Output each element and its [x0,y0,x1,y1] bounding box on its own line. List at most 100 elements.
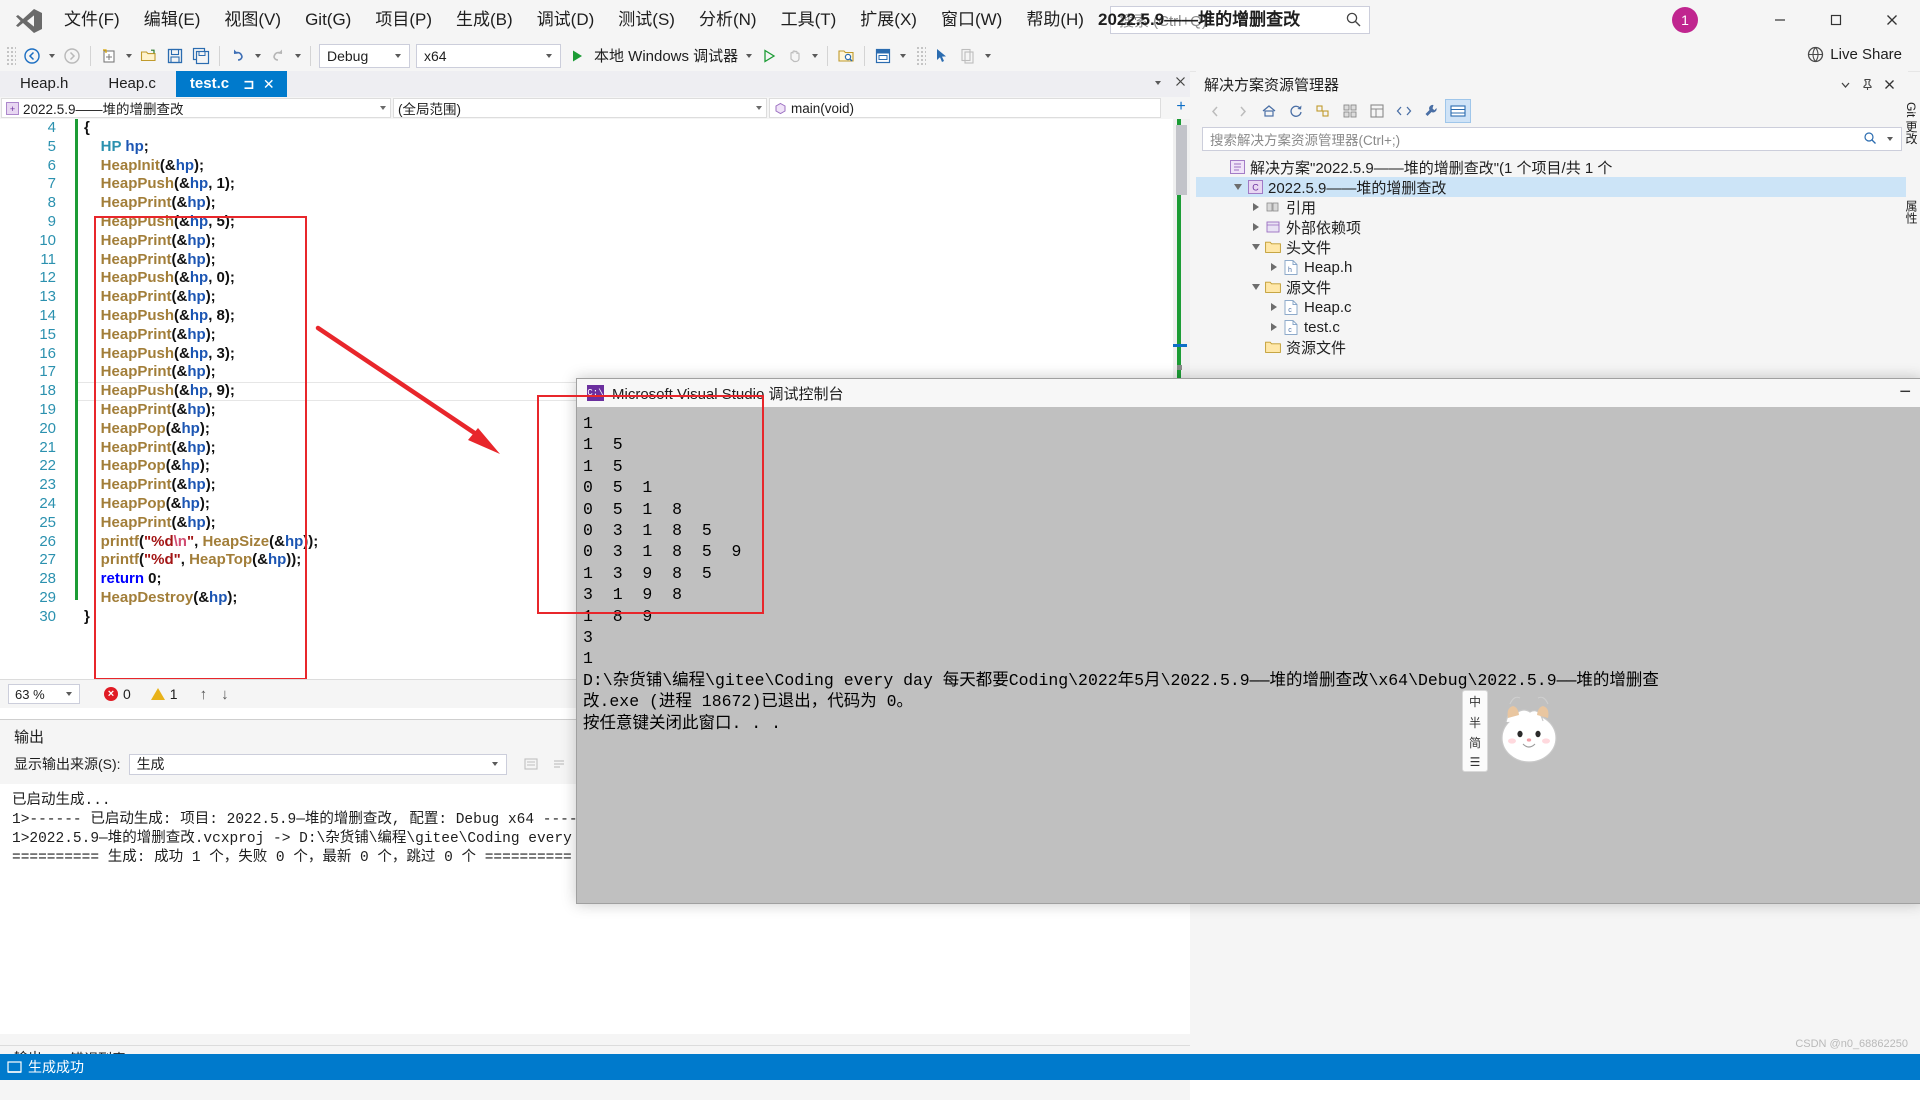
scrollbar-thumb[interactable] [1176,125,1187,195]
play-icon[interactable] [565,44,589,68]
ime-toolbar[interactable]: 中半简 ☰ [1462,690,1488,772]
output-source-combo[interactable]: 生成 [128,753,507,775]
play-outline-icon[interactable] [757,44,781,68]
tree-item-6[interactable]: 源文件 [1196,277,1908,297]
code-line[interactable]: HeapPush(&hp, 1); [84,175,318,194]
maximize-button[interactable] [1808,0,1864,40]
code-view-icon[interactable] [1391,99,1417,123]
code-line[interactable]: return 0; [84,570,318,589]
menu-item-8[interactable]: 分析(N) [687,0,769,40]
warning-count-indicator[interactable]: 1 [150,686,178,702]
ime-item-2[interactable]: 简 [1469,734,1481,751]
code-line[interactable]: } [84,608,318,627]
menu-item-3[interactable]: Git(G) [293,0,363,40]
tree-item-5[interactable]: h Heap.h [1196,257,1908,277]
platform-combo[interactable]: x64 [416,43,561,68]
back-dropdown-icon[interactable] [49,53,55,58]
scope-selector[interactable]: (全局范围) [393,98,767,118]
menu-item-2[interactable]: 视图(V) [212,0,293,40]
pin-icon[interactable]: ⊐ [243,71,255,97]
code-line[interactable]: HeapPush(&hp, 3); [84,345,318,364]
chevron-right-icon[interactable] [1248,203,1264,211]
refresh-icon[interactable] [1283,99,1309,123]
chevron-down-icon[interactable] [1248,244,1264,250]
code-line[interactable]: printf("%d\n", HeapSize(&hp)); [84,533,319,552]
navigate-back-icon[interactable] [20,44,44,68]
close-icon[interactable]: ✕ [263,71,275,97]
properties-strip[interactable]: 属性 [1904,176,1920,242]
debug-console-window[interactable]: C:\ Microsoft Visual Studio 调试控制台 − 1 1 5… [576,378,1920,904]
menu-item-10[interactable]: 扩展(X) [848,0,929,40]
project-selector[interactable]: + 2022.5.9——堆的增删查改 [1,98,391,118]
collapse-all-icon[interactable] [1310,99,1336,123]
search-icon[interactable] [1863,131,1877,148]
chevron-right-icon[interactable] [1266,323,1282,331]
redo-icon[interactable] [266,44,290,68]
code-line[interactable]: HeapPrint(&hp); [84,439,318,458]
ime-item-3[interactable]: ☰ [1470,755,1481,769]
code-line[interactable]: HeapPop(&hp); [84,457,318,476]
tree-item-9[interactable]: 资源文件 [1196,337,1908,357]
menu-item-1[interactable]: 编辑(E) [132,0,213,40]
code-line[interactable]: HP hp; [84,138,318,157]
tree-item-1[interactable]: C 2022.5.9——堆的增删查改 [1196,177,1908,197]
menu-item-4[interactable]: 项目(P) [363,0,444,40]
editor-tab-test-c[interactable]: test.c ⊐ ✕ [175,71,287,97]
tree-item-4[interactable]: 头文件 [1196,237,1908,257]
start-debug-label[interactable]: 本地 Windows 调试器 [590,45,742,66]
code-line[interactable]: HeapPush(&hp, 5); [84,213,318,232]
new-project-icon[interactable] [97,44,121,68]
code-line[interactable]: HeapPrint(&hp); [84,232,318,251]
code-line[interactable]: printf("%d", HeapTop(&hp)); [84,551,318,570]
close-button[interactable] [1864,0,1920,40]
search-icon[interactable] [1345,11,1362,32]
configuration-combo[interactable]: Debug [319,43,410,68]
code-line[interactable]: HeapPop(&hp); [84,420,318,439]
pin-icon[interactable] [1856,73,1878,95]
code-line[interactable]: HeapPrint(&hp); [84,476,318,495]
navigate-forward-icon[interactable] [60,44,84,68]
plus-icon[interactable]: + [1174,99,1188,115]
code-line[interactable]: HeapDestroy(&hp); [84,589,318,608]
code-line[interactable]: HeapPrint(&hp); [84,288,318,307]
solution-view-icon[interactable] [1445,99,1471,123]
tree-item-2[interactable]: 引用 [1196,197,1908,217]
close-icon[interactable] [1878,73,1900,95]
forward-icon[interactable] [1229,99,1255,123]
tree-item-8[interactable]: c test.c [1196,317,1908,337]
member-selector[interactable]: main(void) [769,98,1161,118]
chevron-right-icon[interactable] [1266,303,1282,311]
arrow-up-icon[interactable]: ↑ [200,686,208,703]
save-all-icon[interactable] [189,44,213,68]
undo-dropdown-icon[interactable] [255,53,261,58]
code-line[interactable]: HeapPrint(&hp); [84,514,318,533]
editor-tab-Heap-h[interactable]: Heap.h [0,71,89,97]
start-debug-dropdown-icon[interactable] [746,53,753,58]
back-icon[interactable] [1202,99,1228,123]
tree-item-3[interactable]: 外部依赖项 [1196,217,1908,237]
code-line[interactable]: HeapPrint(&hp); [84,194,318,213]
code-line[interactable]: { [84,119,318,138]
code-line[interactable]: HeapPrint(&hp); [84,251,318,270]
tab-close-icon[interactable] [1175,74,1186,91]
minimize-icon[interactable]: − [1899,381,1911,404]
wrench-icon[interactable] [1418,99,1444,123]
save-icon[interactable] [163,44,187,68]
toolbar-grip-2[interactable] [916,45,927,66]
filter-icon[interactable] [1887,137,1893,141]
folder-search-icon[interactable] [834,44,858,68]
menu-item-0[interactable]: 文件(F) [52,0,132,40]
code-line[interactable]: HeapPrint(&hp); [84,401,318,420]
chevron-right-icon[interactable] [1248,223,1264,231]
code-line[interactable]: HeapPrint(&hp); [84,326,318,345]
menu-item-9[interactable]: 工具(T) [769,0,849,40]
console-output[interactable]: 11 51 50 5 10 5 1 80 3 1 8 50 3 1 8 5 91… [577,407,1920,903]
chevron-right-icon[interactable] [1266,263,1282,271]
live-share-button[interactable]: Live Share [1807,46,1902,63]
undo-icon[interactable] [226,44,250,68]
menu-item-5[interactable]: 生成(B) [444,0,525,40]
code-line[interactable]: HeapPush(&hp, 0); [84,269,318,288]
solution-search-input[interactable]: 搜索解决方案资源管理器(Ctrl+;) [1202,127,1902,151]
new-project-dropdown-icon[interactable] [126,53,132,58]
pointer-icon[interactable] [930,44,954,68]
